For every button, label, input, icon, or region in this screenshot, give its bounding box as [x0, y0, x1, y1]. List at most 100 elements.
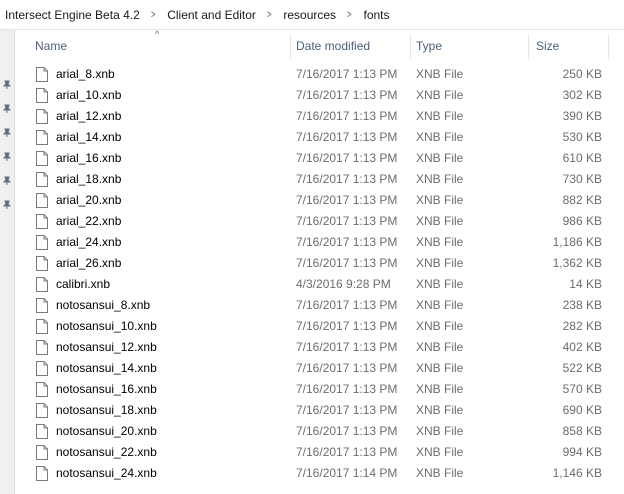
- file-row[interactable]: notosansui_24.xnb 7/16/2017 1:14 PM XNB Fi…: [14, 463, 624, 484]
- file-row[interactable]: notosansui_18.xnb 7/16/2017 1:13 PM XNB Fi…: [14, 400, 624, 421]
- file-type: XNB File: [416, 319, 464, 333]
- file-row[interactable]: notosansui_8.xnb 7/16/2017 1:13 PM XNB Fil…: [14, 295, 624, 316]
- file-name[interactable]: arial_24.xnb: [56, 232, 121, 253]
- file-name[interactable]: arial_20.xnb: [56, 190, 121, 211]
- file-icon: [36, 130, 48, 145]
- column-header-size[interactable]: Size: [528, 30, 608, 62]
- file-name[interactable]: notosansui_20.xnb: [56, 421, 157, 442]
- file-type: XNB File: [416, 445, 464, 459]
- file-row[interactable]: arial_14.xnb 7/16/2017 1:13 PM XNB File 530…: [14, 127, 624, 148]
- file-icon: [36, 172, 48, 187]
- chevron-right-icon[interactable]: >: [263, 9, 276, 21]
- file-size: 994 KB: [562, 445, 602, 459]
- file-icon: [36, 277, 48, 292]
- file-size: 282 KB: [562, 319, 602, 333]
- file-type: XNB File: [416, 172, 464, 186]
- chevron-right-icon[interactable]: >: [147, 9, 160, 21]
- file-type: XNB File: [416, 340, 464, 354]
- file-name[interactable]: arial_8.xnb: [56, 64, 115, 85]
- file-row[interactable]: arial_18.xnb 7/16/2017 1:13 PM XNB File 730…: [14, 169, 624, 190]
- file-name[interactable]: notosansui_14.xnb: [56, 358, 157, 379]
- file-date-modified: 7/16/2017 1:13 PM: [296, 340, 398, 354]
- breadcrumb: Intersect Engine Beta 4.2 > Client and E…: [0, 0, 624, 30]
- file-size: 730 KB: [562, 172, 602, 186]
- file-row[interactable]: arial_26.xnb 7/16/2017 1:13 PM XNB File 1,3…: [14, 253, 624, 274]
- file-row[interactable]: notosansui_12.xnb 7/16/2017 1:13 PM XNB Fi…: [14, 337, 624, 358]
- file-type: XNB File: [416, 424, 464, 438]
- file-name[interactable]: notosansui_22.xnb: [56, 442, 157, 463]
- file-date-modified: 7/16/2017 1:13 PM: [296, 151, 398, 165]
- file-icon: [36, 445, 48, 460]
- file-size: 986 KB: [562, 214, 602, 228]
- file-name[interactable]: notosansui_18.xnb: [56, 400, 157, 421]
- file-size: 1,146 KB: [552, 466, 602, 480]
- column-header-name[interactable]: Name: [28, 30, 290, 62]
- column-divider[interactable]: [608, 34, 609, 59]
- file-row[interactable]: arial_20.xnb 7/16/2017 1:13 PM XNB File 882…: [14, 190, 624, 211]
- file-name[interactable]: notosansui_10.xnb: [56, 316, 157, 337]
- file-type: XNB File: [416, 277, 464, 291]
- file-name[interactable]: notosansui_16.xnb: [56, 379, 157, 400]
- file-row[interactable]: arial_10.xnb 7/16/2017 1:13 PM XNB File 302…: [14, 85, 624, 106]
- file-date-modified: 7/16/2017 1:13 PM: [296, 424, 398, 438]
- pin-icon[interactable]: [2, 80, 12, 90]
- file-name[interactable]: arial_26.xnb: [56, 253, 121, 274]
- file-row[interactable]: notosansui_20.xnb 7/16/2017 1:13 PM XNB Fi…: [14, 421, 624, 442]
- file-name[interactable]: arial_10.xnb: [56, 85, 121, 106]
- file-size: 690 KB: [562, 403, 602, 417]
- file-icon: [36, 361, 48, 376]
- file-row[interactable]: arial_8.xnb 7/16/2017 1:13 PM XNB File 250 …: [14, 64, 624, 85]
- file-name[interactable]: arial_14.xnb: [56, 127, 121, 148]
- file-icon: [36, 424, 48, 439]
- file-date-modified: 7/16/2017 1:13 PM: [296, 172, 398, 186]
- chevron-right-icon[interactable]: >: [343, 9, 356, 21]
- file-icon: [36, 382, 48, 397]
- pin-icon[interactable]: [2, 176, 12, 186]
- file-name[interactable]: arial_12.xnb: [56, 106, 121, 127]
- file-name[interactable]: arial_18.xnb: [56, 169, 121, 190]
- file-type: XNB File: [416, 67, 464, 81]
- file-type: XNB File: [416, 88, 464, 102]
- file-name[interactable]: calibri.xnb: [56, 274, 110, 295]
- file-name[interactable]: arial_16.xnb: [56, 148, 121, 169]
- file-row[interactable]: notosansui_14.xnb 7/16/2017 1:13 PM XNB Fi…: [14, 358, 624, 379]
- file-row[interactable]: notosansui_22.xnb 7/16/2017 1:13 PM XNB Fi…: [14, 442, 624, 463]
- column-header-type[interactable]: Type: [409, 30, 527, 62]
- file-row[interactable]: notosansui_10.xnb 7/16/2017 1:13 PM XNB Fi…: [14, 316, 624, 337]
- file-name[interactable]: arial_22.xnb: [56, 211, 121, 232]
- pin-icon[interactable]: [2, 152, 12, 162]
- file-row[interactable]: notosansui_16.xnb 7/16/2017 1:13 PM XNB Fi…: [14, 379, 624, 400]
- file-size: 238 KB: [562, 298, 602, 312]
- file-date-modified: 4/3/2016 9:28 PM: [296, 277, 391, 291]
- file-row[interactable]: arial_12.xnb 7/16/2017 1:13 PM XNB File 390…: [14, 106, 624, 127]
- file-date-modified: 7/16/2017 1:13 PM: [296, 193, 398, 207]
- column-header-date-modified[interactable]: Date modified: [289, 30, 409, 62]
- file-date-modified: 7/16/2017 1:13 PM: [296, 235, 398, 249]
- file-size: 610 KB: [562, 151, 602, 165]
- file-date-modified: 7/16/2017 1:13 PM: [296, 214, 398, 228]
- file-size: 530 KB: [562, 130, 602, 144]
- file-icon: [36, 235, 48, 250]
- file-icon: [36, 151, 48, 166]
- pin-icon[interactable]: [2, 200, 12, 210]
- breadcrumb-item-fonts[interactable]: fonts: [358, 8, 393, 22]
- file-row[interactable]: calibri.xnb 4/3/2016 9:28 PM XNB File 14 KB: [14, 274, 624, 295]
- file-row[interactable]: arial_22.xnb 7/16/2017 1:13 PM XNB File 986…: [14, 211, 624, 232]
- file-name[interactable]: notosansui_24.xnb: [56, 463, 157, 484]
- file-row[interactable]: arial_24.xnb 7/16/2017 1:13 PM XNB File 1,1…: [14, 232, 624, 253]
- file-icon: [36, 298, 48, 313]
- file-row[interactable]: arial_16.xnb 7/16/2017 1:13 PM XNB File 610…: [14, 148, 624, 169]
- file-size: 570 KB: [562, 382, 602, 396]
- file-list: arial_8.xnb 7/16/2017 1:13 PM XNB File 250 …: [14, 64, 624, 484]
- file-icon: [36, 88, 48, 103]
- pin-icon[interactable]: [2, 128, 12, 138]
- breadcrumb-item-client-and-editor[interactable]: Client and Editor: [162, 8, 260, 22]
- file-name[interactable]: notosansui_12.xnb: [56, 337, 157, 358]
- file-name[interactable]: notosansui_8.xnb: [56, 295, 150, 316]
- file-size: 14 KB: [569, 277, 602, 291]
- pin-icon[interactable]: [2, 104, 12, 114]
- breadcrumb-item-root[interactable]: Intersect Engine Beta 4.2: [0, 8, 144, 22]
- file-icon: [36, 67, 48, 82]
- file-date-modified: 7/16/2017 1:13 PM: [296, 382, 398, 396]
- breadcrumb-item-resources[interactable]: resources: [278, 8, 340, 22]
